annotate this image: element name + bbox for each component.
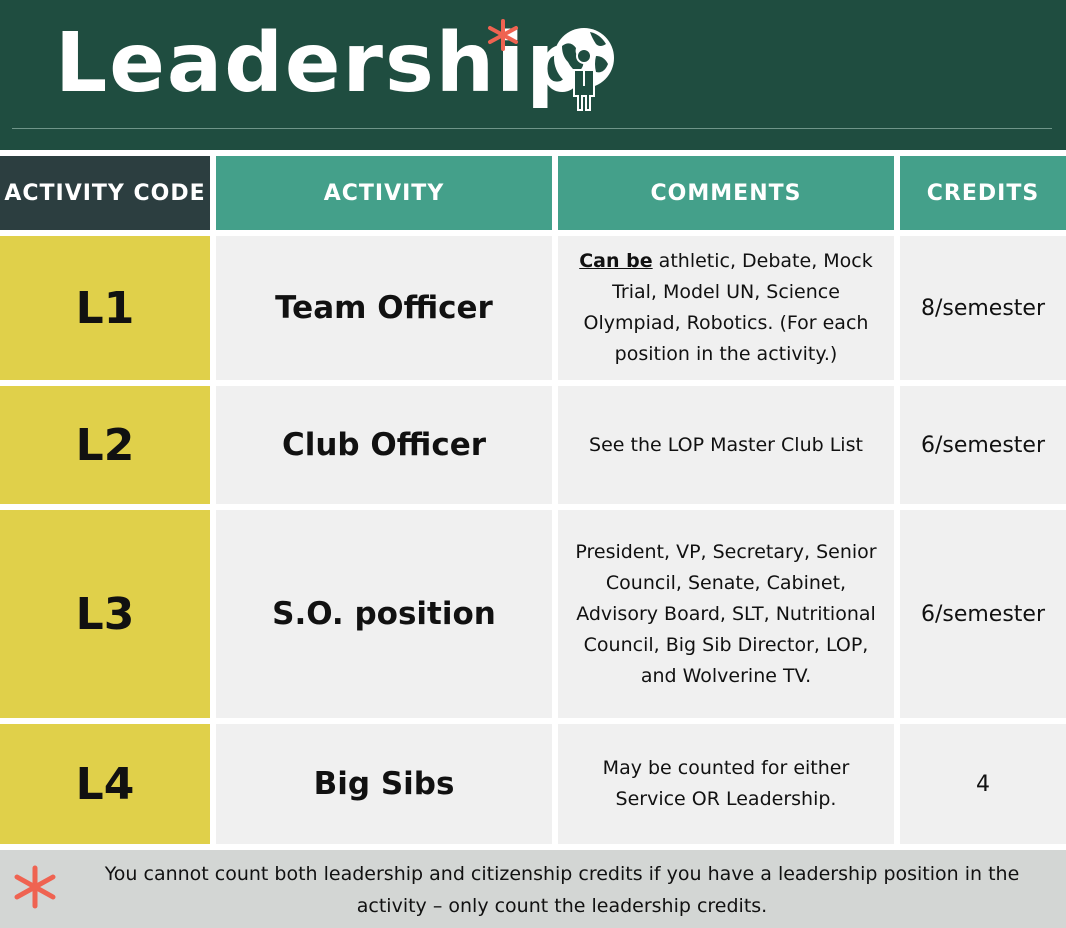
row-l3-credits: 6/semester	[900, 510, 1066, 718]
row-l2-credits: 6/semester	[900, 386, 1066, 504]
row-l4-activity: Big Sibs	[216, 724, 552, 844]
column-header-activity-code: ACTIVITY CODE	[0, 156, 210, 230]
asterisk-icon	[488, 19, 518, 51]
row-l3-code: L3	[0, 510, 210, 718]
row-l1-credits: 8/semester	[900, 236, 1066, 380]
row-l2-code: L2	[0, 386, 210, 504]
row-l1-code: L1	[0, 236, 210, 380]
column-header-credits: CREDITS	[900, 156, 1066, 230]
column-header-comments: COMMENTS	[558, 156, 894, 230]
row-l1-activity: Team Officer	[216, 236, 552, 380]
row-l4-comment: May be counted for either Service OR Lea…	[558, 724, 894, 844]
asterisk-icon	[14, 865, 56, 909]
row-l3-activity: S.O. position	[216, 510, 552, 718]
row-l1-comment: Can be athletic, Debate, Mock Trial, Mod…	[558, 236, 894, 380]
row-l2-comment: See the LOP Master Club List	[558, 386, 894, 504]
footer-note: You cannot count both leadership and cit…	[104, 863, 1020, 917]
column-header-activity: ACTIVITY	[216, 156, 552, 230]
comment-emphasis: Can be	[579, 250, 653, 272]
globe-person-icon	[554, 28, 614, 111]
header-divider	[12, 128, 1052, 129]
row-l4-code: L4	[0, 724, 210, 844]
row-l2-activity: Club Officer	[216, 386, 552, 504]
row-l4-credits: 4	[900, 724, 1066, 844]
row-l3-comment: President, VP, Secretary, Senior Council…	[558, 510, 894, 718]
